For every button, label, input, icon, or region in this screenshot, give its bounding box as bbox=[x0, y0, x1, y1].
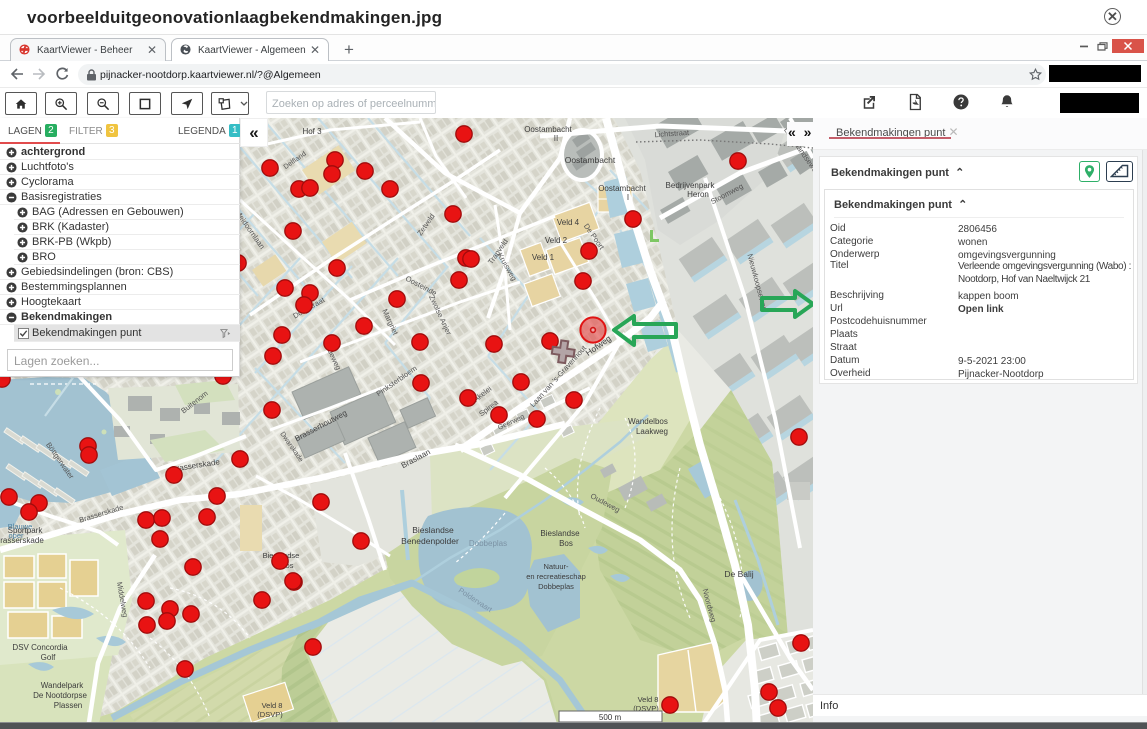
svg-text:Natuur-: Natuur- bbox=[543, 562, 569, 571]
svg-text:Bieslandse: Bieslandse bbox=[540, 529, 580, 538]
svg-text:Blauwe: Blauwe bbox=[8, 522, 33, 531]
svg-text:Oostambacht: Oostambacht bbox=[598, 184, 646, 193]
svg-text:Veld 1: Veld 1 bbox=[532, 253, 555, 262]
svg-text:Veld 8: Veld 8 bbox=[638, 695, 659, 704]
svg-text:Veld 8: Veld 8 bbox=[262, 701, 283, 710]
svg-text:Laakweg: Laakweg bbox=[636, 427, 668, 436]
svg-text:Veld 4: Veld 4 bbox=[557, 218, 580, 227]
svg-text:Plassen: Plassen bbox=[54, 701, 82, 710]
svg-text:Bieslandse: Bieslandse bbox=[412, 525, 454, 535]
svg-text:I: I bbox=[627, 193, 629, 202]
svg-text:De Nootdorpse: De Nootdorpse bbox=[33, 691, 87, 700]
svg-text:Wandelbos: Wandelbos bbox=[628, 417, 668, 426]
svg-text:DSV Concordia: DSV Concordia bbox=[12, 643, 68, 652]
svg-text:en recreatieschap: en recreatieschap bbox=[526, 572, 586, 581]
svg-text:Wandelpark: Wandelpark bbox=[41, 681, 84, 690]
svg-text:II: II bbox=[554, 134, 558, 143]
svg-text:Benedenpolder: Benedenpolder bbox=[401, 536, 459, 546]
svg-text:(DSVP): (DSVP) bbox=[257, 710, 283, 719]
svg-text:Dobbeplas: Dobbeplas bbox=[469, 539, 507, 548]
svg-text:Hof 3: Hof 3 bbox=[302, 127, 322, 136]
svg-text:500 m: 500 m bbox=[599, 713, 622, 722]
svg-text:oper: oper bbox=[8, 531, 24, 540]
svg-text:Oostambacht: Oostambacht bbox=[565, 155, 616, 165]
svg-text:Bedrijvenpark: Bedrijvenpark bbox=[666, 181, 716, 190]
svg-text:Veld 2: Veld 2 bbox=[545, 236, 568, 245]
svg-text:Oostambacht: Oostambacht bbox=[524, 125, 572, 134]
svg-text:Dobbeplas: Dobbeplas bbox=[538, 582, 574, 591]
svg-text:De Balij: De Balij bbox=[724, 569, 753, 579]
svg-text:Bos: Bos bbox=[559, 539, 573, 548]
svg-text:Heron: Heron bbox=[687, 190, 709, 199]
svg-text:Golf: Golf bbox=[41, 653, 56, 662]
